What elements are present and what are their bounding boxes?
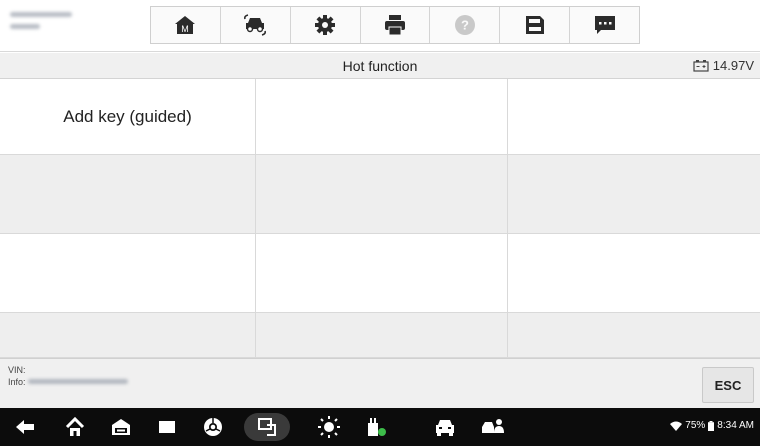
top-toolbar: M ? xyxy=(0,0,760,52)
system-status: 75% 8:34 AM xyxy=(670,420,754,431)
back-button[interactable] xyxy=(8,408,42,446)
info-value-blurred xyxy=(28,379,128,384)
vehicle-button[interactable] xyxy=(428,408,462,446)
esc-button[interactable]: ESC xyxy=(702,367,754,403)
settings-button[interactable] xyxy=(291,7,361,43)
function-cell-empty xyxy=(508,155,760,234)
screenshot-icon xyxy=(258,418,276,436)
remote-expert-icon xyxy=(482,419,504,433)
battery-percent: 75% xyxy=(685,420,706,431)
function-cell-empty xyxy=(508,234,760,313)
gear-icon xyxy=(315,15,336,35)
vehicle-info-bar: VIN: Info: ESC xyxy=(0,358,760,408)
voltage-value: 14.97V xyxy=(712,58,754,73)
function-cell-empty xyxy=(256,79,508,155)
message-button[interactable] xyxy=(570,7,639,43)
help-button[interactable]: ? xyxy=(430,7,501,43)
hot-function-grid: Add key (guided) xyxy=(0,79,760,358)
function-cell-empty xyxy=(0,234,256,313)
home-icon: M xyxy=(175,16,196,34)
page-title: Hot function xyxy=(342,58,418,74)
message-icon xyxy=(594,16,615,34)
vehicle-info-blurred xyxy=(10,12,90,38)
printer-icon xyxy=(385,15,405,35)
android-navbar: 75% 8:34 AM xyxy=(0,408,760,446)
clock: 8:34 AM xyxy=(717,420,754,431)
car-icon xyxy=(436,420,454,436)
function-cell-empty xyxy=(0,313,256,358)
title-bar: Hot function 14.97V xyxy=(0,53,760,79)
battery-voltage: 14.97V xyxy=(693,58,754,73)
vin-label: VIN: xyxy=(8,365,26,375)
print-button[interactable] xyxy=(361,7,431,43)
function-cell-empty xyxy=(0,155,256,234)
battery-icon xyxy=(708,420,715,431)
home-button[interactable]: M xyxy=(151,7,221,43)
svg-text:M: M xyxy=(182,24,190,34)
screenshot-button[interactable] xyxy=(244,413,290,441)
garage-icon xyxy=(112,419,130,435)
vci-connection-icon xyxy=(368,418,386,436)
remote-expert-button[interactable] xyxy=(476,408,510,446)
brightness-icon xyxy=(318,416,340,438)
garage-button[interactable] xyxy=(104,408,138,446)
function-cell-empty xyxy=(256,234,508,313)
help-icon: ? xyxy=(454,15,475,35)
recent-apps-icon xyxy=(159,421,175,433)
recent-apps-button[interactable] xyxy=(150,408,184,446)
function-cell-empty xyxy=(508,313,760,358)
function-cell-empty xyxy=(256,155,508,234)
vci-button[interactable] xyxy=(360,408,394,446)
function-cell-empty xyxy=(508,79,760,155)
back-arrow-icon xyxy=(16,420,34,434)
vehicle-swap-icon xyxy=(244,14,267,36)
wifi-icon xyxy=(670,421,683,431)
function-toolbar: M ? xyxy=(150,6,640,44)
function-cell-empty xyxy=(256,313,508,358)
save-icon xyxy=(525,16,544,34)
save-button[interactable] xyxy=(500,7,571,43)
browser-button[interactable] xyxy=(196,408,230,446)
vehicle-swap-button[interactable] xyxy=(221,7,291,43)
home-chevron-icon xyxy=(65,417,85,436)
info-label: Info: xyxy=(8,377,26,387)
android-home-button[interactable] xyxy=(58,408,92,446)
car-battery-icon xyxy=(693,59,709,72)
chrome-icon xyxy=(204,418,222,436)
function-add-key-guided[interactable]: Add key (guided) xyxy=(0,79,256,155)
svg-text:?: ? xyxy=(461,18,469,33)
brightness-button[interactable] xyxy=(312,408,346,446)
